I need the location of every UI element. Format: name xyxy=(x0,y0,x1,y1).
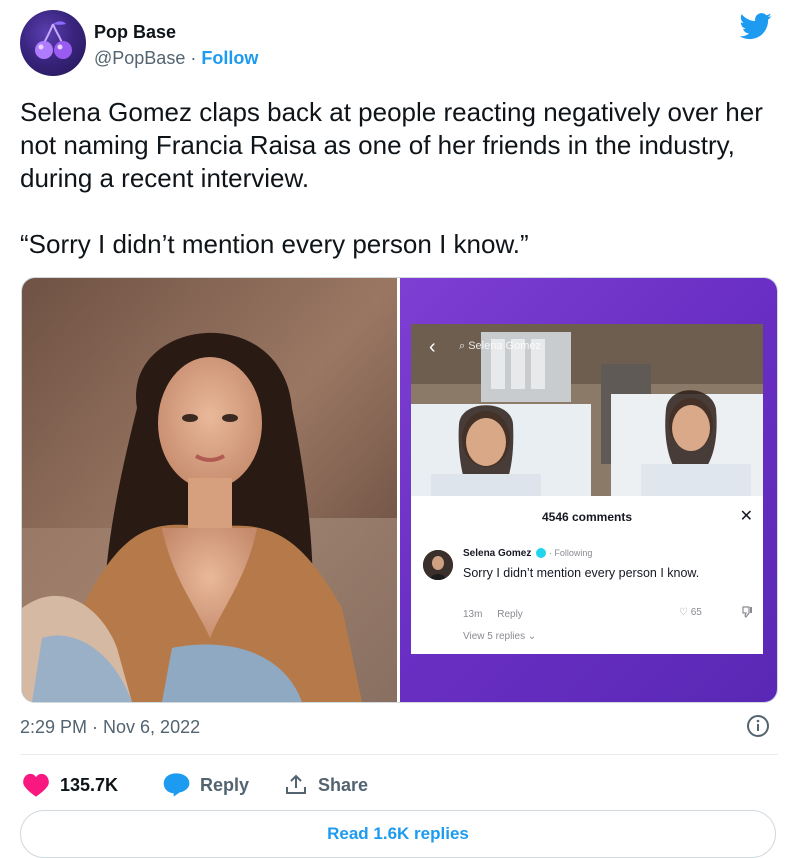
share-icon xyxy=(286,774,306,794)
heart-icon xyxy=(23,773,49,797)
heart-outline-icon: ♡ xyxy=(679,607,688,618)
tiktok-screenshot[interactable]: ‹ ⌕ Selena Gomez 4546 comments ✕ Selena … xyxy=(400,278,777,702)
view-replies-label: View 5 replies xyxy=(463,631,526,642)
read-replies-button[interactable]: Read 1.6K replies xyxy=(20,810,776,858)
comment-like[interactable]: ♡ 65 xyxy=(679,607,702,618)
view-replies[interactable]: View 5 replies ⌄ xyxy=(463,631,536,642)
comment-reply-button[interactable]: Reply xyxy=(497,609,523,620)
avatar[interactable] xyxy=(20,10,86,76)
like-button[interactable]: 135.7K xyxy=(22,770,118,800)
share-label: Share xyxy=(318,774,369,795)
thumbs-down-icon[interactable] xyxy=(741,606,753,621)
tweet-timestamp[interactable]: 2:29 PM · Nov 6, 2022 xyxy=(20,717,200,738)
like-count: 135.7K xyxy=(60,774,119,795)
author-handle[interactable]: @PopBase xyxy=(94,48,185,68)
twitter-bird-icon[interactable] xyxy=(738,10,774,42)
share-button[interactable]: Share xyxy=(284,770,368,800)
divider xyxy=(20,754,778,755)
comment-meta: 13m Reply xyxy=(463,609,523,620)
info-icon[interactable] xyxy=(746,714,770,738)
reply-bubble-icon xyxy=(163,773,190,797)
portrait-photo[interactable] xyxy=(22,278,397,702)
verified-icon xyxy=(536,548,547,559)
separator: · xyxy=(190,48,197,68)
follow-button[interactable]: Follow xyxy=(201,48,258,68)
tiktok-card: ‹ ⌕ Selena Gomez 4546 comments ✕ Selena … xyxy=(411,324,763,654)
tweet-media[interactable]: ‹ ⌕ Selena Gomez 4546 comments ✕ Selena … xyxy=(21,277,778,703)
tweet-body: Selena Gomez claps back at people reacti… xyxy=(20,97,763,193)
back-icon[interactable]: ‹ xyxy=(429,336,436,359)
comment-time: 13m xyxy=(463,609,483,620)
comments-count: 4546 comments xyxy=(541,510,633,524)
author-name[interactable]: Pop Base xyxy=(94,22,176,43)
author-handle-row: @PopBase · Follow xyxy=(94,48,258,69)
reply-button[interactable]: Reply xyxy=(162,770,249,800)
tweet-header: Pop Base @PopBase · Follow xyxy=(20,10,780,80)
tweet-quote: “Sorry I didn’t mention every person I k… xyxy=(20,229,529,259)
chevron-down-icon: ⌄ xyxy=(527,631,537,642)
comment-text: Sorry I didn’t mention every person I kn… xyxy=(463,566,700,580)
following-label: · Following xyxy=(548,548,593,558)
comment-avatar[interactable] xyxy=(423,550,453,580)
tiktok-search[interactable]: ⌕ Selena Gomez xyxy=(459,340,541,353)
reply-label: Reply xyxy=(200,774,250,795)
comment-author[interactable]: Selena Gomez xyxy=(463,548,531,559)
close-icon[interactable]: ✕ xyxy=(740,506,753,526)
hospital-photo: ‹ ⌕ Selena Gomez xyxy=(411,324,763,496)
tiktok-search-text: Selena Gomez xyxy=(468,340,541,352)
tweet-text: Selena Gomez claps back at people reacti… xyxy=(20,96,780,261)
comment-likes: 65 xyxy=(690,607,702,618)
comment-author-row: Selena Gomez · Following xyxy=(463,548,592,559)
